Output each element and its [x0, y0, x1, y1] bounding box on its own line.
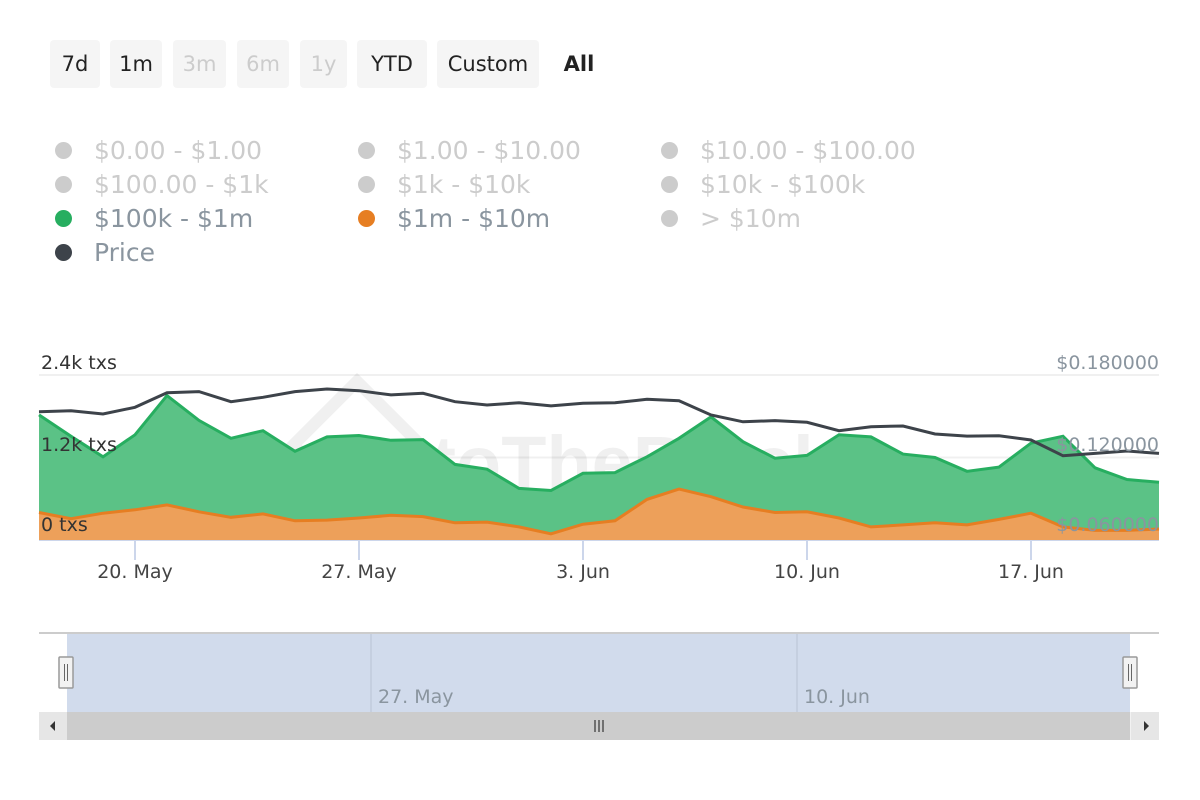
- x-axis-tick-label: 27. May: [321, 561, 397, 583]
- x-axis-tick-label: 3. Jun: [556, 561, 610, 583]
- y-axis-right-tick-label: $0.060000: [1056, 514, 1159, 536]
- y-axis-left-tick-label: 2.4k txs: [41, 352, 117, 374]
- chart: IntoTheBlock0 txs1.2k txs2.4k txs$0.0600…: [38, 352, 1160, 740]
- navigator-label: 10. Jun: [804, 686, 870, 708]
- navigator-handle[interactable]: [1122, 656, 1138, 689]
- navigator-handle[interactable]: [58, 656, 74, 689]
- y-axis-right-tick-label: $0.120000: [1056, 434, 1159, 456]
- x-axis-tick-label: 17. Jun: [998, 561, 1064, 583]
- navigator-mask: [67, 634, 1130, 712]
- y-axis-right-tick-label: $0.180000: [1056, 352, 1159, 374]
- x-axis-tick-label: 10. Jun: [774, 561, 840, 583]
- y-axis-left-tick-label: 1.2k txs: [41, 434, 117, 456]
- x-axis-tick-label: 20. May: [97, 561, 173, 583]
- navigator-label: 27. May: [378, 686, 454, 708]
- y-axis-left-tick-label: 0 txs: [41, 514, 88, 536]
